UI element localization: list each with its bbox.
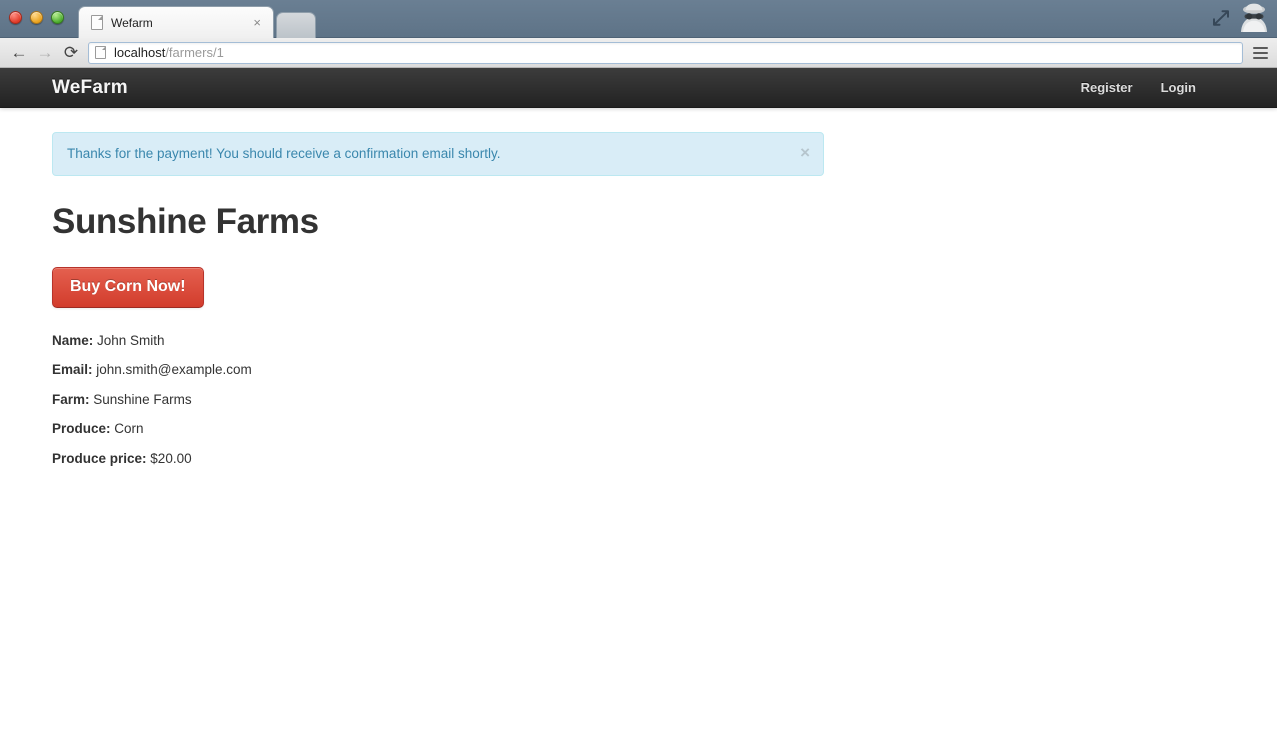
detail-row-farm: Farm: Sunshine Farms [52,391,1225,407]
detail-value: John Smith [97,332,165,348]
brand-logo[interactable]: WeFarm [52,77,128,99]
tab-strip: Wefarm × [0,0,1277,38]
navbar-links: Register Login [1081,80,1225,95]
detail-row-produce: Produce: Corn [52,422,1225,436]
detail-row-name: Name: John Smith [52,332,1225,348]
detail-value: Corn [114,421,144,436]
close-icon[interactable]: × [249,14,265,31]
hamburger-menu-icon[interactable] [1249,42,1271,64]
minimize-window-button[interactable] [30,11,43,24]
alert-message: Thanks for the payment! You should recei… [67,146,501,161]
nav-link-login[interactable]: Login [1161,80,1196,95]
detail-row-email: Email: john.smith@example.com [52,363,1225,377]
detail-label: Produce: [52,421,111,436]
tab-title: Wefarm [111,15,153,30]
flash-alert: Thanks for the payment! You should recei… [52,132,824,176]
browser-tab-active[interactable]: Wefarm × [78,6,274,38]
detail-value: Sunshine Farms [93,391,192,407]
farmer-details: Name: John Smith Email: john.smith@examp… [52,332,1225,466]
detail-row-produce-price: Produce price: $20.00 [52,450,1225,466]
site-navbar: WeFarm Register Login [0,68,1277,108]
detail-value: john.smith@example.com [96,362,252,377]
chrome-top-right-controls [1211,2,1271,34]
window-controls [9,11,64,24]
nav-link-register[interactable]: Register [1081,80,1133,95]
detail-label: Email: [52,362,93,377]
page-icon [91,15,103,30]
url-host: localhost [114,45,166,60]
detail-label: Name: [52,332,94,348]
back-icon[interactable]: ← [6,42,32,64]
close-icon[interactable]: × [800,144,810,161]
url-path: /farmers/1 [165,45,224,60]
detail-label: Produce price: [52,450,147,466]
page-icon [95,46,106,59]
detail-label: Farm: [52,391,90,407]
close-window-button[interactable] [9,11,22,24]
page-container: Thanks for the payment! You should recei… [0,132,1277,465]
address-bar-url: localhost/farmers/1 [114,45,224,60]
forward-icon[interactable]: → [32,42,58,64]
page-content: WeFarm Register Login Thanks for the pay… [0,68,1277,742]
buy-corn-button[interactable]: Buy Corn Now! [52,266,204,308]
fullscreen-arrows-icon[interactable] [1211,8,1231,28]
reload-icon[interactable]: ⟳ [58,42,84,64]
zoom-window-button[interactable] [51,11,64,24]
page-title: Sunshine Farms [52,202,319,241]
detail-value: $20.00 [150,450,192,466]
incognito-spy-icon [1237,2,1271,34]
address-bar[interactable]: localhost/farmers/1 [88,41,1243,64]
browser-chrome: Wefarm × ← → ⟳ localhost/farmers/1 [0,0,1277,68]
browser-toolbar: ← → ⟳ localhost/farmers/1 [0,38,1277,68]
browser-tab-background[interactable] [276,12,316,38]
